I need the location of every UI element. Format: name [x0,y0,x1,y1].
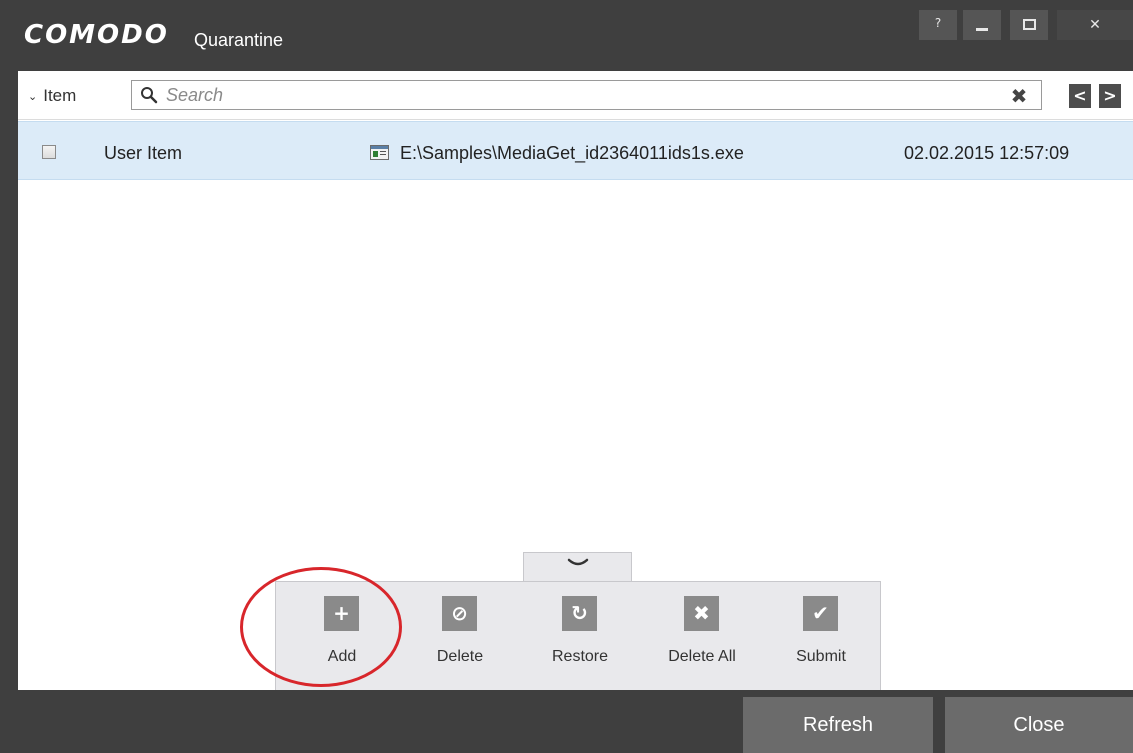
maximize-button[interactable] [1010,10,1048,40]
refresh-button[interactable]: Refresh [743,697,933,753]
item-type: User Item [104,143,183,163]
chevron-down-icon: ⌄ [28,90,38,103]
minimize-button[interactable] [963,10,1001,40]
restore-label: Restore [551,648,609,665]
minimize-icon [976,28,988,31]
item-filter-dropdown[interactable]: ⌄ Item [28,85,76,107]
window-title: Quarantine [194,30,284,50]
close-button[interactable]: Close [945,697,1133,753]
help-icon: ? [934,16,942,30]
help-button[interactable]: ? [919,10,957,40]
row-checkbox[interactable] [42,145,56,159]
quarantine-window: COMODO Quarantine ? ✕ ⌄ Item ✖ < > [0,0,1133,753]
x-icon: ✖ [684,596,719,631]
block-icon: ⊘ [442,596,477,631]
close-window-button[interactable]: ✕ [1057,10,1133,40]
delete-all-label: Delete All [668,648,736,665]
executable-file-icon [370,145,389,160]
content-area: ⌄ Item ✖ < > User Item E:\Samples\MediaG… [18,71,1133,690]
highlight-circle [240,567,402,687]
comodo-logo: COMODO [24,20,169,50]
item-path: E:\Samples\MediaGet_id2364011ids1s.exe [400,143,744,163]
delete-button[interactable]: ⊘ Delete [415,582,505,691]
item-filter-label: Item [43,86,77,105]
chevron-down-icon [567,558,589,566]
search-input[interactable] [166,84,866,106]
submit-button[interactable]: ✔ Submit [776,582,866,691]
search-box[interactable] [131,80,1042,110]
restore-button[interactable]: ↻ Restore [535,582,625,691]
search-icon [141,87,158,104]
submit-label: Submit [796,648,846,665]
filter-toolbar: ⌄ Item ✖ < > [18,71,1133,120]
clear-search-button[interactable]: ✖ [1006,84,1032,108]
check-icon: ✔ [803,596,838,631]
table-row[interactable]: User Item E:\Samples\MediaGet_id2364011i… [18,121,1133,180]
delete-label: Delete [436,648,484,665]
item-date: 02.02.2015 12:57:09 [904,143,1070,163]
maximize-icon [1023,19,1036,30]
delete-all-button[interactable]: ✖ Delete All [657,582,747,691]
close-icon: ✕ [1089,17,1101,33]
restore-icon: ↻ [562,596,597,631]
previous-button[interactable]: < [1069,84,1091,108]
title-bar: COMODO Quarantine ? ✕ [0,0,1133,70]
action-panel-toggle[interactable] [523,552,632,582]
next-button[interactable]: > [1099,84,1121,108]
